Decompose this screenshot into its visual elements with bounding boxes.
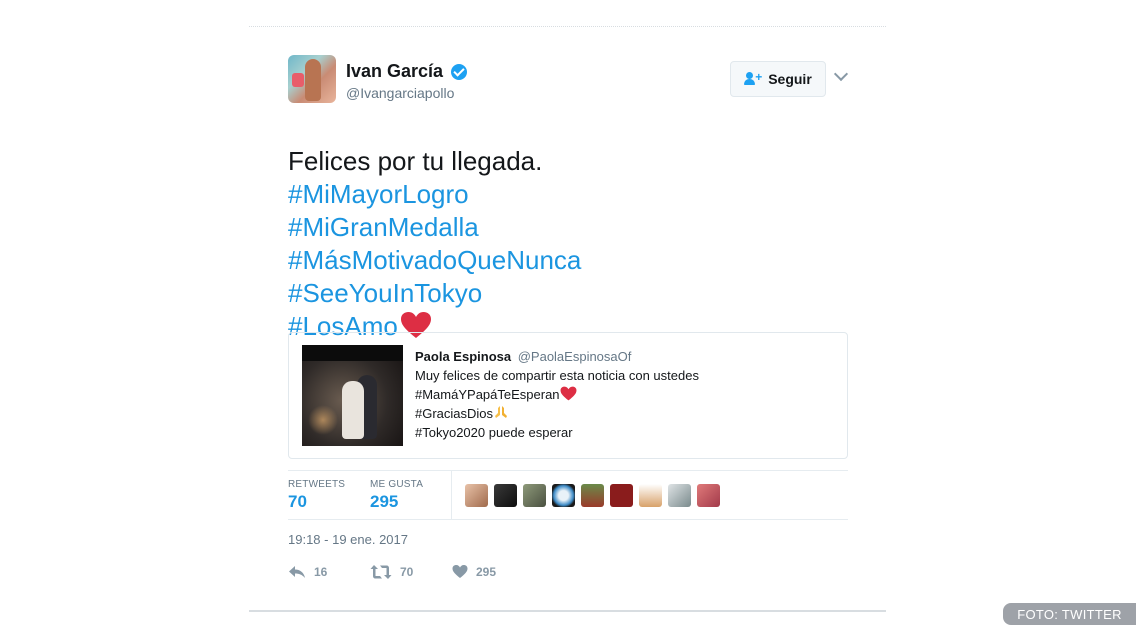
quoted-text-line: #MamáYPapáTeEsperan [415,387,560,402]
retweets-stat[interactable]: RETWEETS 70 [288,479,345,512]
quoted-text-line: Muy felices de compartir esta noticia co… [415,368,699,383]
follow-button[interactable]: + Seguir [730,61,826,97]
liker-avatar[interactable] [494,484,517,507]
follow-label: Seguir [768,71,812,87]
display-name[interactable]: Ivan García [346,61,443,82]
tweet-text: Felices por tu llegada. #MiMayorLogro #M… [288,145,848,343]
like-button[interactable]: 295 [452,564,496,579]
follow-person-icon: + [744,71,764,87]
engagement-stats: RETWEETS 70 ME GUSTA 295 [288,470,848,520]
red-heart-emoji-icon [560,386,576,401]
liker-avatar[interactable] [697,484,720,507]
retweet-button[interactable]: 70 [370,564,413,580]
retweets-count: 70 [288,492,307,511]
liker-avatar[interactable] [610,484,633,507]
heart-icon [452,565,468,578]
tweet-actions: 16 70 295 [288,564,848,586]
retweet-count: 70 [400,565,414,579]
liker-avatar[interactable] [639,484,662,507]
likes-stat[interactable]: ME GUSTA 295 [370,479,423,512]
hashtag-link[interactable]: #SeeYouInTokyo [288,277,848,310]
praying-hands-emoji-icon [495,406,508,418]
quoted-tweet-photo[interactable] [302,345,403,446]
retweet-icon [370,565,392,579]
quoted-tweet-body: Paola Espinosa @PaolaEspinosaOf Muy feli… [415,347,835,442]
liker-avatar[interactable] [523,484,546,507]
tweet-card: Ivan García @Ivangarciapollo + Seguir Fe… [249,26,886,612]
chevron-down-icon[interactable] [833,66,849,82]
hashtag-link[interactable]: #MiGranMedalla [288,211,848,244]
liker-avatar[interactable] [465,484,488,507]
photo-credit: FOTO: TWITTER [1003,603,1136,625]
author-info[interactable]: Ivan García @Ivangarciapollo [346,61,467,101]
hashtag-link[interactable]: #MiMayorLogro [288,178,848,211]
liker-avatar[interactable] [668,484,691,507]
quoted-text-line: #GraciasDios [415,406,494,421]
like-count: 295 [476,564,497,579]
user-handle[interactable]: @Ivangarciapollo [346,85,467,101]
tweet-timestamp[interactable]: 19:18 - 19 ene. 2017 [288,532,408,547]
reply-button[interactable]: 16 [288,564,327,580]
retweets-label: RETWEETS [288,479,346,490]
quoted-author-name[interactable]: Paola Espinosa [415,349,511,364]
quoted-author-handle[interactable]: @PaolaEspinosaOf [518,349,632,364]
stats-divider [451,471,452,519]
reply-icon [289,566,305,578]
liker-avatar[interactable] [552,484,575,507]
verified-badge-icon [450,63,467,80]
likes-label: ME GUSTA [370,479,424,490]
tweet-header: Ivan García @Ivangarciapollo + Seguir [288,55,849,115]
likes-count: 295 [370,492,399,511]
liker-avatar[interactable] [581,484,604,507]
quoted-text-line: #Tokyo2020 puede esperar [415,425,573,440]
hashtag-link[interactable]: #MásMotivadoQueNunca [288,244,848,277]
tweet-text-line: Felices por tu llegada. [288,146,543,176]
avatar[interactable] [288,55,336,103]
reply-count: 16 [314,565,328,579]
quoted-tweet[interactable]: Paola Espinosa @PaolaEspinosaOf Muy feli… [288,332,848,459]
